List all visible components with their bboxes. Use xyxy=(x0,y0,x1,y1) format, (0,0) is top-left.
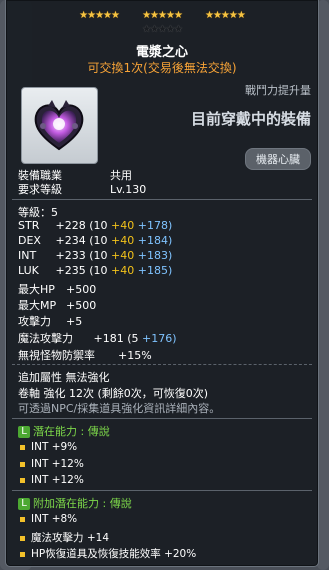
bullet-icon xyxy=(20,516,25,522)
stat-base: (10 xyxy=(89,219,108,232)
stat-name: INT xyxy=(18,249,37,262)
star-group-3: ★★★★★ xyxy=(205,10,246,21)
divider xyxy=(12,199,312,200)
stat-starforce: +183) xyxy=(137,249,173,262)
bonus-potential-header: L 附加潛在能力 : 傳說 xyxy=(18,495,132,511)
bonus-potential-line: 魔法攻擊力 +14 xyxy=(20,530,109,545)
stat-name: LUK xyxy=(18,264,39,277)
potential-title: 潛在能力 : 傳說 xyxy=(33,425,110,438)
potential-line-text: INT +12% xyxy=(31,474,84,486)
stat-starforce: +185) xyxy=(137,264,173,277)
stat-name: 攻擊力 xyxy=(18,315,51,328)
divider xyxy=(12,418,312,419)
stat-bonus: +40 xyxy=(111,249,135,262)
potential-line: INT +12% xyxy=(20,474,84,486)
scroll-upgrade-line: 卷軸 強化 12次 (剩餘0次，可恢復0次) xyxy=(18,387,209,400)
potential-line-text: 魔法攻擊力 +14 xyxy=(31,532,109,544)
stat-value: +500 xyxy=(66,283,97,296)
stat-total: +228 xyxy=(55,219,86,232)
star-group-1: ★★★★★ xyxy=(79,10,120,21)
bonus-potential-line: HP恢復道具及恢復技能效率 +20% xyxy=(20,546,196,561)
potential-line: INT +12% xyxy=(20,458,84,470)
stat-row-ignore-defense: 無視怪物防禦率 +15% xyxy=(18,347,152,363)
stat-row-int: INT +233 (10 +40 +183) xyxy=(18,249,172,262)
potential-header: L 潛在能力 : 傳說 xyxy=(18,423,110,439)
stat-row-attack: 攻擊力 +5 xyxy=(18,313,82,329)
stat-name: DEX xyxy=(18,234,41,247)
stat-name: 最大HP xyxy=(18,283,55,296)
item-level-row: 等級：5 xyxy=(18,204,58,220)
stat-base: (10 xyxy=(89,234,108,247)
required-level-label: 要求等級 xyxy=(18,183,62,196)
stat-name: 最大MP xyxy=(18,299,57,312)
stat-row-str: STR +228 (10 +40 +178) xyxy=(18,219,172,232)
stat-value: +15% xyxy=(118,349,152,362)
stat-row-max-mp: 最大MP +500 xyxy=(18,297,96,313)
bullet-icon xyxy=(20,444,25,450)
legendary-grade-icon: L xyxy=(18,498,30,510)
bullet-icon xyxy=(20,551,25,557)
stat-total: +233 xyxy=(55,249,86,262)
potential-line-text: INT +8% xyxy=(31,513,78,525)
stat-row-dex: DEX +234 (10 +40 +184) xyxy=(18,234,172,247)
stat-total: +234 xyxy=(55,234,86,247)
stat-bonus: +40 xyxy=(111,219,135,232)
hint-text: 可透過NPC/採集道具強化資訊詳細內容。 xyxy=(18,402,221,415)
stat-starforce: +184) xyxy=(137,234,173,247)
potential-line-text: INT +9% xyxy=(31,441,78,453)
starforce-stars: ★★★★★ ★★★★★ ★★★★★ xyxy=(6,3,318,22)
plasma-heart-icon xyxy=(34,100,84,151)
stat-bonus: +40 xyxy=(111,234,135,247)
extra-attr-line: 追加屬性 無法強化 xyxy=(18,371,110,384)
empty-star-group: ★★★★★ xyxy=(142,24,183,35)
potential-line-text: INT +12% xyxy=(31,458,84,470)
divider xyxy=(12,364,312,365)
stat-value: +5 xyxy=(66,315,83,328)
stat-name: 魔法攻擊力 xyxy=(18,332,73,345)
stat-value: +500 xyxy=(66,299,97,312)
item-level-label: 等級： xyxy=(18,206,51,219)
bonus-potential-line: INT +8% xyxy=(20,513,77,525)
stat-base: (10 xyxy=(89,264,108,277)
bullet-icon xyxy=(20,477,25,483)
stat-starforce: +176) xyxy=(142,332,177,345)
stat-name: 無視怪物防禦率 xyxy=(18,349,95,362)
stat-row-max-hp: 最大HP +500 xyxy=(18,281,96,297)
stat-base: (10 xyxy=(89,249,108,262)
item-tooltip: ★★★★★ ★★★★★ ★★★★★ ★★★★★ 電漿之心 可交換1次(交易後無法… xyxy=(5,0,319,567)
stat-starforce: +178) xyxy=(137,219,173,232)
stat-total: +235 xyxy=(55,264,86,277)
category-badge: 機器心臟 xyxy=(245,148,311,170)
stat-base: (5 xyxy=(127,332,139,345)
legendary-grade-icon: L xyxy=(18,426,30,438)
potential-line: INT +9% xyxy=(20,441,77,453)
equipped-status: 目前穿戴中的裝備 xyxy=(190,110,311,128)
stat-total: +181 xyxy=(93,332,124,345)
star-group-2: ★★★★★ xyxy=(142,10,183,21)
required-level-value: Lv.130 xyxy=(110,183,147,196)
item-name: 電漿之心 xyxy=(135,45,188,60)
bullet-icon xyxy=(20,461,25,467)
item-level-value: 5 xyxy=(51,206,58,219)
stat-row-magic-attack: 魔法攻擊力 +181 (5 +176) xyxy=(18,330,177,346)
potential-line-text: HP恢復道具及恢復技能效率 +20% xyxy=(31,548,197,560)
required-level-row: 要求等級 Lv.130 xyxy=(18,181,146,197)
trade-note: 可交換1次(交易後無法交換) xyxy=(87,61,237,75)
bullet-icon xyxy=(20,535,25,541)
stat-name: STR xyxy=(18,219,40,232)
divider xyxy=(12,490,312,491)
item-icon-frame xyxy=(21,87,98,164)
combat-power-label: 戰鬥力提升量 xyxy=(245,84,311,97)
stat-row-luk: LUK +235 (10 +40 +185) xyxy=(18,264,172,277)
stat-bonus: +40 xyxy=(111,264,135,277)
bonus-potential-title: 附加潛在能力 : 傳說 xyxy=(33,497,132,510)
